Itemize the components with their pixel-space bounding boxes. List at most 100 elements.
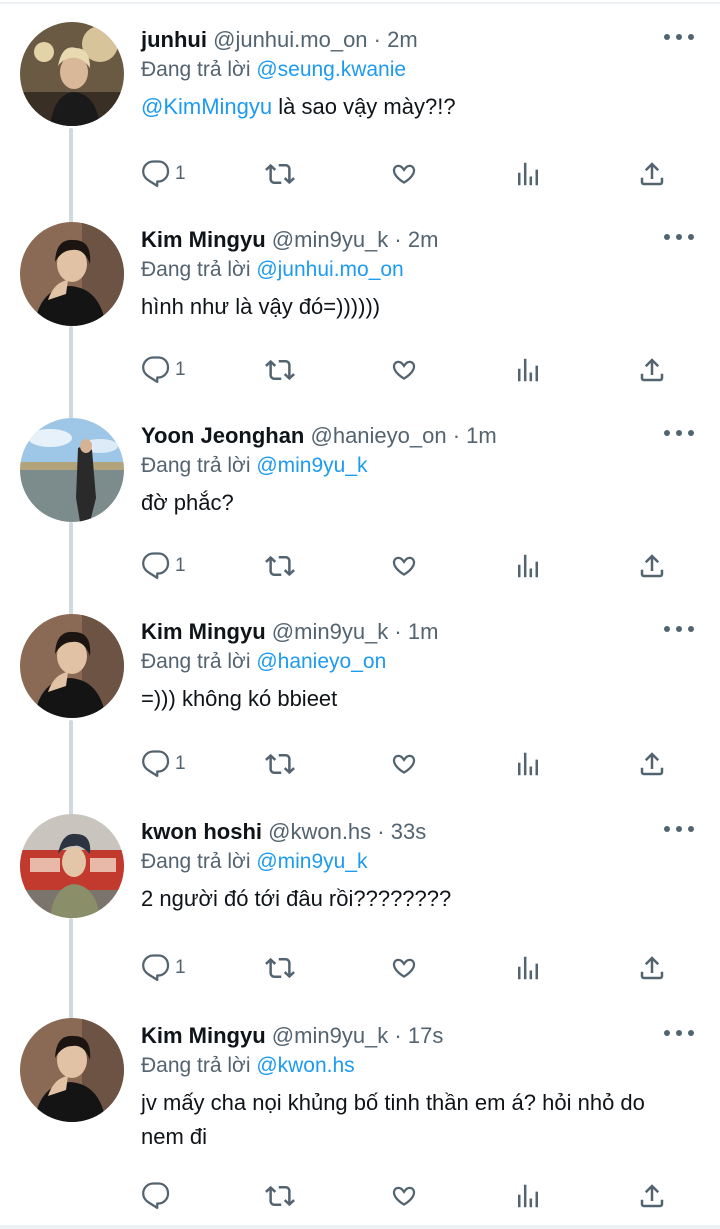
replying-to-handle[interactable]: @junhui.mo_on <box>256 258 403 281</box>
share-icon <box>640 554 664 578</box>
timestamp[interactable]: · 1m <box>394 619 438 644</box>
display-name[interactable]: Kim Mingyu <box>141 1023 266 1048</box>
user-handle[interactable]: @kwon.hs <box>268 819 371 844</box>
more-icon[interactable] <box>664 1026 694 1040</box>
heart-icon <box>392 958 416 978</box>
action-bar: 1 <box>141 156 681 192</box>
more-icon[interactable] <box>664 230 694 244</box>
tweet[interactable]: Kim Mingyu @min9yu_k · 17s Đang trả lời … <box>0 1018 720 1224</box>
like-button[interactable] <box>389 950 419 986</box>
like-button[interactable] <box>389 352 419 388</box>
retweet-button[interactable] <box>265 950 295 986</box>
user-handle[interactable]: @hanieyo_on <box>311 423 447 448</box>
analytics-icon <box>518 358 538 382</box>
replying-to-handle[interactable]: @kwon.hs <box>256 1054 354 1077</box>
avatar[interactable] <box>20 614 124 718</box>
replying-to: Đang trả lời @junhui.mo_on <box>141 256 404 284</box>
reply-icon <box>142 1182 170 1209</box>
user-handle[interactable]: @min9yu_k <box>272 619 389 644</box>
retweet-button[interactable] <box>265 1178 295 1214</box>
mention-link[interactable]: @KimMingyu <box>141 94 272 119</box>
views-button[interactable] <box>513 950 543 986</box>
views-button[interactable] <box>513 156 543 192</box>
more-icon[interactable] <box>664 426 694 440</box>
tweet[interactable]: junhui @junhui.mo_on · 2m Đang trả lời @… <box>0 22 720 202</box>
bottom-divider <box>0 1225 720 1229</box>
display-name[interactable]: Kim Mingyu <box>141 227 266 252</box>
reply-button[interactable]: 1 <box>141 746 186 782</box>
replying-to-handle[interactable]: @min9yu_k <box>256 850 367 873</box>
tweet-header: kwon hoshi @kwon.hs · 33s <box>141 818 426 846</box>
replying-to-label: Đang trả lời <box>141 58 251 81</box>
reply-button[interactable]: 1 <box>141 156 186 192</box>
replying-to-label: Đang trả lời <box>141 850 251 873</box>
timestamp[interactable]: · 33s <box>377 819 426 844</box>
reply-count: 1 <box>175 957 186 978</box>
reply-icon <box>142 750 170 777</box>
action-bar <box>141 1178 681 1214</box>
retweet-button[interactable] <box>265 746 295 782</box>
like-button[interactable] <box>389 548 419 584</box>
like-button[interactable] <box>389 746 419 782</box>
timestamp[interactable]: · 2m <box>394 227 438 252</box>
replying-to: Đang trả lời @seung.kwanie <box>141 56 406 84</box>
reply-icon <box>142 552 170 579</box>
share-icon <box>640 752 664 776</box>
action-bar: 1 <box>141 950 681 986</box>
timestamp[interactable]: · 2m <box>374 27 418 52</box>
tweet[interactable]: Kim Mingyu @min9yu_k · 1m Đang trả lời @… <box>0 614 720 794</box>
user-handle[interactable]: @min9yu_k <box>272 1023 389 1048</box>
timestamp[interactable]: · 17s <box>394 1023 443 1048</box>
more-icon[interactable] <box>664 622 694 636</box>
like-button[interactable] <box>389 1178 419 1214</box>
reply-button[interactable]: 1 <box>141 548 186 584</box>
retweet-button[interactable] <box>265 352 295 388</box>
replying-to: Đang trả lời @hanieyo_on <box>141 648 386 676</box>
like-button[interactable] <box>389 156 419 192</box>
heart-icon <box>392 164 416 184</box>
views-button[interactable] <box>513 746 543 782</box>
replying-to-handle[interactable]: @seung.kwanie <box>256 58 406 81</box>
avatar[interactable] <box>20 814 124 918</box>
timestamp[interactable]: · 1m <box>453 423 497 448</box>
views-button[interactable] <box>513 352 543 388</box>
replying-to-handle[interactable]: @min9yu_k <box>256 454 367 477</box>
share-button[interactable] <box>637 548 667 584</box>
reply-button[interactable] <box>141 1178 175 1214</box>
tweet-text: 2 người đó tới đâu rồi???????? <box>141 882 701 916</box>
reply-icon <box>142 356 170 383</box>
share-icon <box>640 162 664 186</box>
tweet[interactable]: Yoon Jeonghan @hanieyo_on · 1m Đang trả … <box>0 418 720 598</box>
tweet[interactable]: Kim Mingyu @min9yu_k · 2m Đang trả lời @… <box>0 222 720 402</box>
reply-count: 1 <box>175 163 186 184</box>
avatar[interactable] <box>20 1018 124 1122</box>
views-button[interactable] <box>513 1178 543 1214</box>
user-handle[interactable]: @min9yu_k <box>272 227 389 252</box>
reply-count: 1 <box>175 359 186 380</box>
share-button[interactable] <box>637 746 667 782</box>
reply-icon <box>142 954 170 981</box>
replying-to-handle[interactable]: @hanieyo_on <box>256 650 386 673</box>
avatar[interactable] <box>20 22 124 126</box>
display-name[interactable]: kwon hoshi <box>141 819 262 844</box>
reply-button[interactable]: 1 <box>141 950 186 986</box>
display-name[interactable]: junhui <box>141 27 207 52</box>
more-icon[interactable] <box>664 822 694 836</box>
display-name[interactable]: Kim Mingyu <box>141 619 266 644</box>
views-button[interactable] <box>513 548 543 584</box>
retweet-button[interactable] <box>265 156 295 192</box>
avatar[interactable] <box>20 418 124 522</box>
heart-icon <box>392 754 416 774</box>
share-button[interactable] <box>637 1178 667 1214</box>
replying-to-label: Đang trả lời <box>141 650 251 673</box>
tweet[interactable]: kwon hoshi @kwon.hs · 33s Đang trả lời @… <box>0 814 720 994</box>
retweet-button[interactable] <box>265 548 295 584</box>
reply-button[interactable]: 1 <box>141 352 186 388</box>
share-button[interactable] <box>637 352 667 388</box>
share-button[interactable] <box>637 156 667 192</box>
share-button[interactable] <box>637 950 667 986</box>
user-handle[interactable]: @junhui.mo_on <box>213 27 367 52</box>
avatar[interactable] <box>20 222 124 326</box>
more-icon[interactable] <box>664 30 694 44</box>
display-name[interactable]: Yoon Jeonghan <box>141 423 304 448</box>
